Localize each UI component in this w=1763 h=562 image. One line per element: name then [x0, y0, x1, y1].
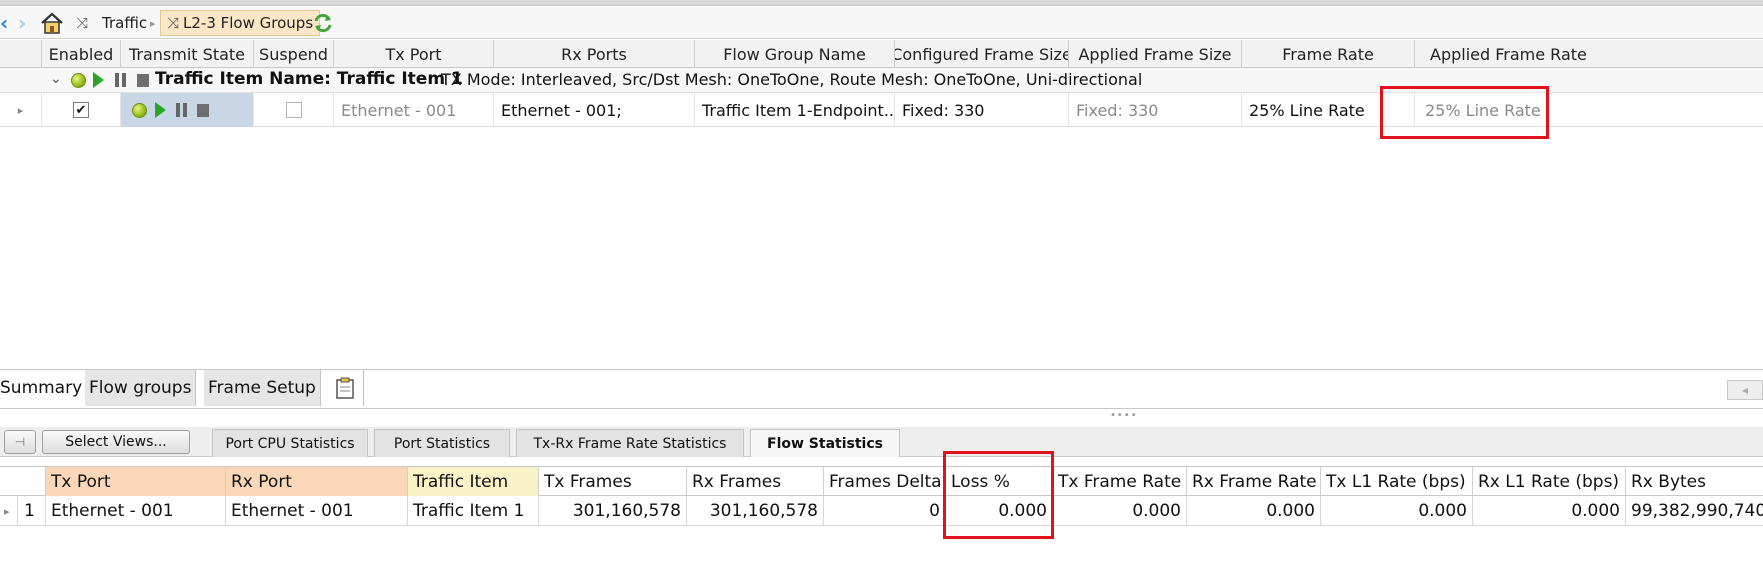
home-icon[interactable]	[40, 7, 66, 39]
column-header-suspend[interactable]: Suspend	[254, 40, 334, 68]
refresh-icon[interactable]	[312, 7, 336, 39]
tab-flow-statistics[interactable]: Flow Statistics	[750, 429, 900, 457]
tx-port-cell: Ethernet - 001	[334, 93, 494, 127]
breadcrumb-item-traffic[interactable]: Traffic	[102, 7, 147, 39]
tab-summary[interactable]: Summary	[0, 370, 88, 406]
flow-statistics-header: Tx Port Rx Port Traffic Item Tx Frames R…	[0, 466, 1763, 497]
row-index: 1	[18, 496, 46, 526]
frames-delta-cell: 0	[824, 496, 946, 526]
column-header-tx-port[interactable]: Tx Port	[334, 40, 494, 68]
stop-icon[interactable]	[137, 74, 149, 87]
row-header-corner	[0, 40, 42, 68]
rx-frame-rate-cell: 0.000	[1187, 496, 1321, 526]
pin-icon[interactable]: ⊣	[4, 430, 36, 454]
tx-port-stat-cell: Ethernet - 001	[46, 496, 226, 526]
rx-l1-rate-cell: 0.000	[1473, 496, 1626, 526]
suspend-cell	[254, 93, 334, 127]
column-header-applied-frame-rate[interactable]: Applied Frame Rate	[1415, 40, 1763, 68]
column-header-rx-frame-rate[interactable]: Rx Frame Rate	[1187, 467, 1321, 497]
traffic-item-title: Traffic Item Name: Traffic Item 1	[155, 69, 463, 89]
column-header-rx-l1-rate[interactable]: Rx L1 Rate (bps)	[1473, 467, 1626, 497]
back-arrow-icon[interactable]: ‹	[0, 7, 14, 39]
breadcrumb: ‹ › ⤨ Traffic ▸ ⤨ L2-3 Flow Groups	[0, 7, 1763, 39]
lower-row-header-corner	[0, 467, 46, 497]
enabled-cell: ✔	[42, 93, 121, 127]
enabled-checkbox[interactable]: ✔	[73, 102, 89, 118]
flow-groups-shuffle-icon: ⤨	[167, 14, 180, 32]
transmit-state-cell	[121, 93, 254, 127]
breadcrumb-item-current[interactable]: ⤨ L2-3 Flow Groups	[160, 10, 321, 36]
column-header-tx-frames[interactable]: Tx Frames	[539, 467, 687, 497]
frame-rate-highlight	[1380, 86, 1549, 139]
applied-frame-size-cell: Fixed: 330	[1069, 93, 1242, 127]
row-start-icon[interactable]	[155, 102, 166, 118]
flow-group-name-cell[interactable]: Traffic Item 1-Endpoint...	[695, 93, 895, 127]
column-header-rx-port-stat[interactable]: Rx Port	[226, 467, 408, 497]
column-header-tx-frame-rate[interactable]: Tx Frame Rate	[1053, 467, 1187, 497]
traffic-shuffle-icon: ⤨	[76, 14, 89, 32]
row-pause-icon[interactable]	[176, 103, 187, 117]
column-header-rx-ports[interactable]: Rx Ports	[494, 40, 695, 68]
tab-port-statistics[interactable]: Port Statistics	[374, 429, 510, 457]
flow-groups-grid-header: Enabled Transmit State Suspend Tx Port R…	[0, 40, 1763, 68]
loss-percent-highlight	[943, 451, 1054, 539]
traffic-item-details: TX Mode: Interleaved, Src/Dst Mesh: OneT…	[441, 70, 1143, 89]
suspend-checkbox[interactable]	[285, 102, 302, 118]
collapse-chevron-icon[interactable]: ⌄	[50, 71, 62, 87]
status-ball-icon	[71, 73, 86, 88]
start-icon[interactable]	[93, 72, 104, 88]
row-status-ball-icon	[132, 102, 147, 118]
configured-frame-size-cell[interactable]: Fixed: 330	[895, 93, 1069, 127]
forward-arrow-icon[interactable]: ›	[18, 7, 32, 39]
column-header-rx-frames[interactable]: Rx Frames	[687, 467, 824, 497]
tx-l1-rate-cell: 0.000	[1321, 496, 1473, 526]
lower-row-expand-icon[interactable]: ▸	[0, 496, 18, 526]
column-header-tx-l1-rate[interactable]: Tx L1 Rate (bps)	[1321, 467, 1473, 497]
breadcrumb-current-label: L2-3 Flow Groups	[183, 14, 314, 32]
notes-icon[interactable]	[326, 370, 364, 406]
view-tabs-bar: Summary Flow groups Frame Setup ◂	[0, 369, 1763, 409]
tx-frame-rate-cell: 0.000	[1053, 496, 1187, 526]
column-header-flow-group-name[interactable]: Flow Group Name	[695, 40, 895, 68]
select-views-button[interactable]: Select Views...	[42, 430, 190, 454]
column-header-frame-rate[interactable]: Frame Rate	[1242, 40, 1415, 68]
tx-frames-cell: 301,160,578	[539, 496, 687, 526]
column-header-enabled[interactable]: Enabled	[42, 40, 121, 68]
column-header-rx-bytes[interactable]: Rx Bytes	[1626, 467, 1763, 497]
tab-flow-groups[interactable]: Flow groups	[85, 370, 197, 406]
breadcrumb-separator-icon: ▸	[150, 16, 156, 30]
column-header-traffic-item[interactable]: Traffic Item	[408, 467, 539, 497]
top-border	[0, 0, 1763, 6]
column-header-applied-frame-size[interactable]: Applied Frame Size	[1069, 40, 1242, 68]
tab-frame-setup[interactable]: Frame Setup	[204, 370, 321, 406]
scroll-left-icon[interactable]: ◂	[1727, 380, 1763, 400]
column-header-configured-frame-size[interactable]: Configured Frame Size	[895, 40, 1069, 68]
tab-port-cpu-statistics[interactable]: Port CPU Statistics	[212, 429, 368, 457]
flow-statistics-row[interactable]: ▸ 1 Ethernet - 001 Ethernet - 001 Traffi…	[0, 496, 1763, 526]
column-header-transmit-state[interactable]: Transmit State	[121, 40, 254, 68]
rx-bytes-cell: 99,382,990,740	[1631, 501, 1763, 521]
pause-icon[interactable]	[115, 73, 126, 87]
rx-ports-cell[interactable]: Ethernet - 001;	[494, 93, 695, 127]
column-header-tx-port-stat[interactable]: Tx Port	[46, 467, 226, 497]
column-header-frames-delta[interactable]: Frames Delta	[824, 467, 946, 497]
row-expand-icon[interactable]: ▸	[0, 93, 42, 127]
row-stop-icon[interactable]	[197, 103, 209, 117]
traffic-item-cell: Traffic Item 1	[408, 496, 539, 526]
tab-tx-rx-frame-rate-statistics[interactable]: Tx-Rx Frame Rate Statistics	[516, 429, 744, 457]
rx-frames-cell: 301,160,578	[687, 496, 824, 526]
rx-port-stat-cell: Ethernet - 001	[226, 496, 408, 526]
splitter-grip-icon[interactable]: ••••	[1110, 411, 1140, 421]
statistics-views-bar: ⊣ Select Views... Port CPU Statistics Po…	[0, 427, 1763, 457]
